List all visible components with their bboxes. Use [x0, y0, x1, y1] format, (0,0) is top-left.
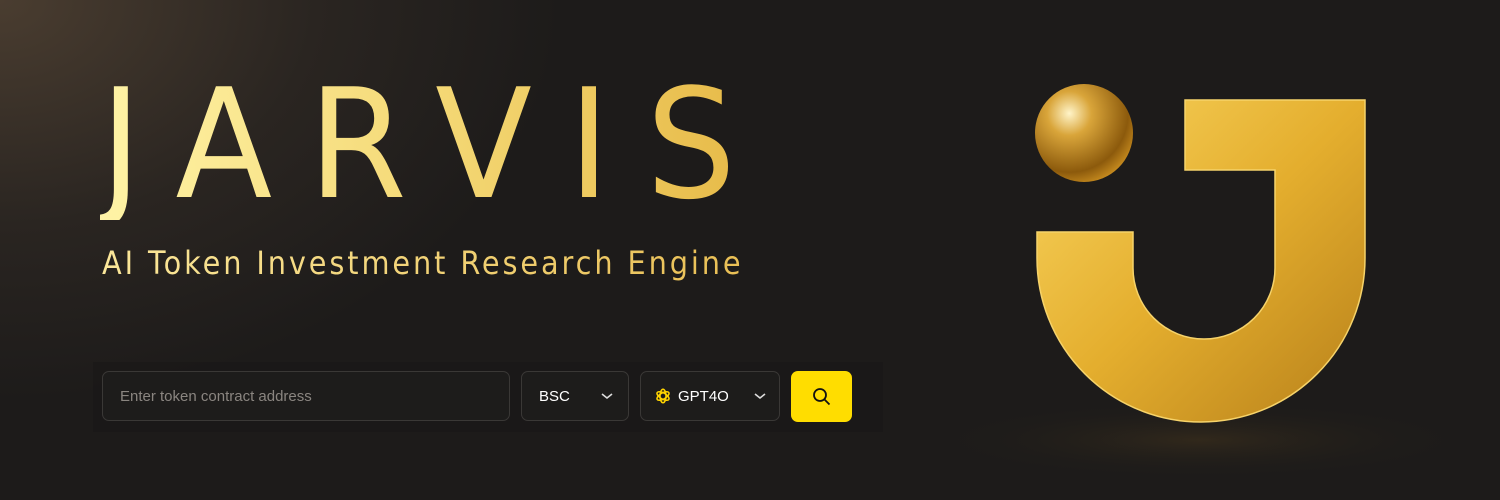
jarvis-logo	[920, 84, 1480, 480]
